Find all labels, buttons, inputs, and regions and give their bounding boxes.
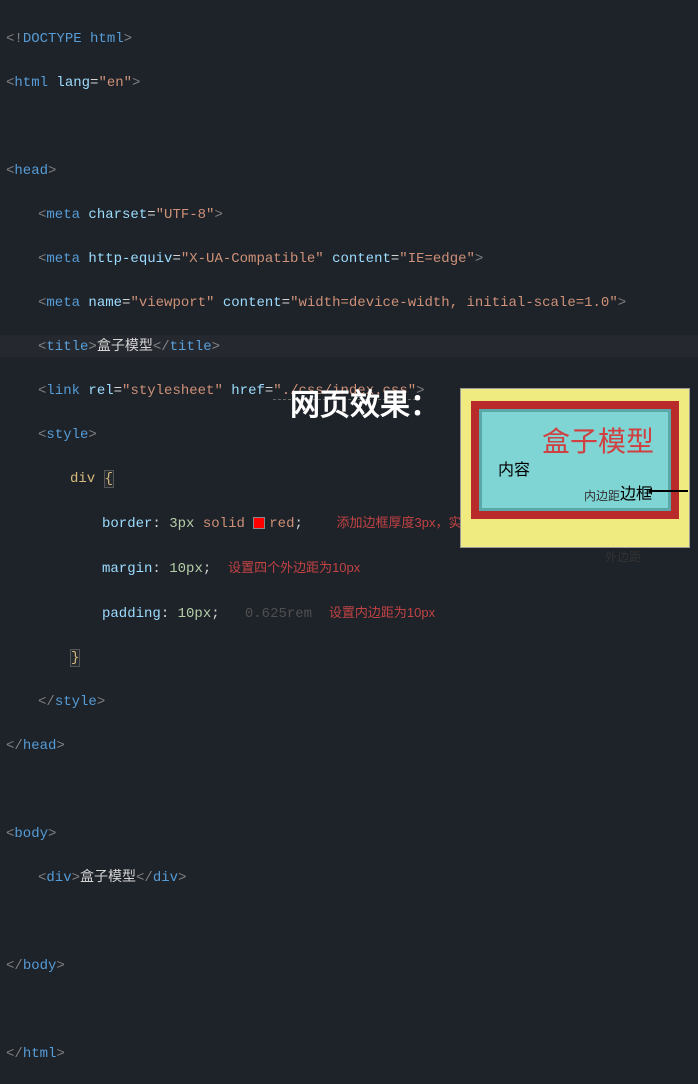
code-line: <meta name="viewport" content="width=dev… <box>6 292 698 314</box>
box-model-demo: 盒子模型 内容 边框 内边距 外边距 <box>460 388 690 548</box>
code-line: <body> <box>6 823 698 845</box>
code-line: </head> <box>6 735 698 757</box>
inline-comment: 设置内边距为10px <box>329 605 435 620</box>
code-line: <head> <box>6 160 698 182</box>
code-line: margin: 10px; 设置四个外边距为10px <box>6 557 698 580</box>
box-title: 盒子模型 <box>542 420 654 460</box>
code-line: </html> <box>6 1043 698 1065</box>
code-line: <meta charset="UTF-8"> <box>6 204 698 226</box>
content-label: 内容 <box>498 456 530 480</box>
box-border-layer: 盒子模型 内容 边框 内边距 <box>471 401 679 519</box>
code-line: <meta http-equiv="X-UA-Compatible" conte… <box>6 248 698 270</box>
margin-label: 外边距 <box>605 548 641 565</box>
box-padding-layer: 盒子模型 内容 边框 内边距 <box>479 409 671 511</box>
arrow-icon <box>650 490 688 492</box>
preview-overlay: 网页效果： <box>290 380 440 424</box>
code-line: <div>盒子模型</div> <box>6 867 698 889</box>
code-line: <title>盒子模型</title> <box>6 336 698 358</box>
code-line: <!DOCTYPE html> <box>6 28 698 50</box>
code-line: </style> <box>6 691 698 713</box>
padding-label: 内边距 <box>584 487 620 504</box>
code-line: </body> <box>6 955 698 977</box>
code-line: padding: 10px; 0.625rem 设置内边距为10px <box>6 602 698 625</box>
inline-comment: 设置四个外边距为10px <box>228 560 360 575</box>
preview-title: 网页效果： <box>290 380 440 424</box>
code-line: } <box>6 647 698 669</box>
code-line: <html lang="en"> <box>6 72 698 94</box>
box-content-layer: 盒子模型 内容 边框 <box>490 420 660 500</box>
color-swatch-icon <box>253 517 265 529</box>
